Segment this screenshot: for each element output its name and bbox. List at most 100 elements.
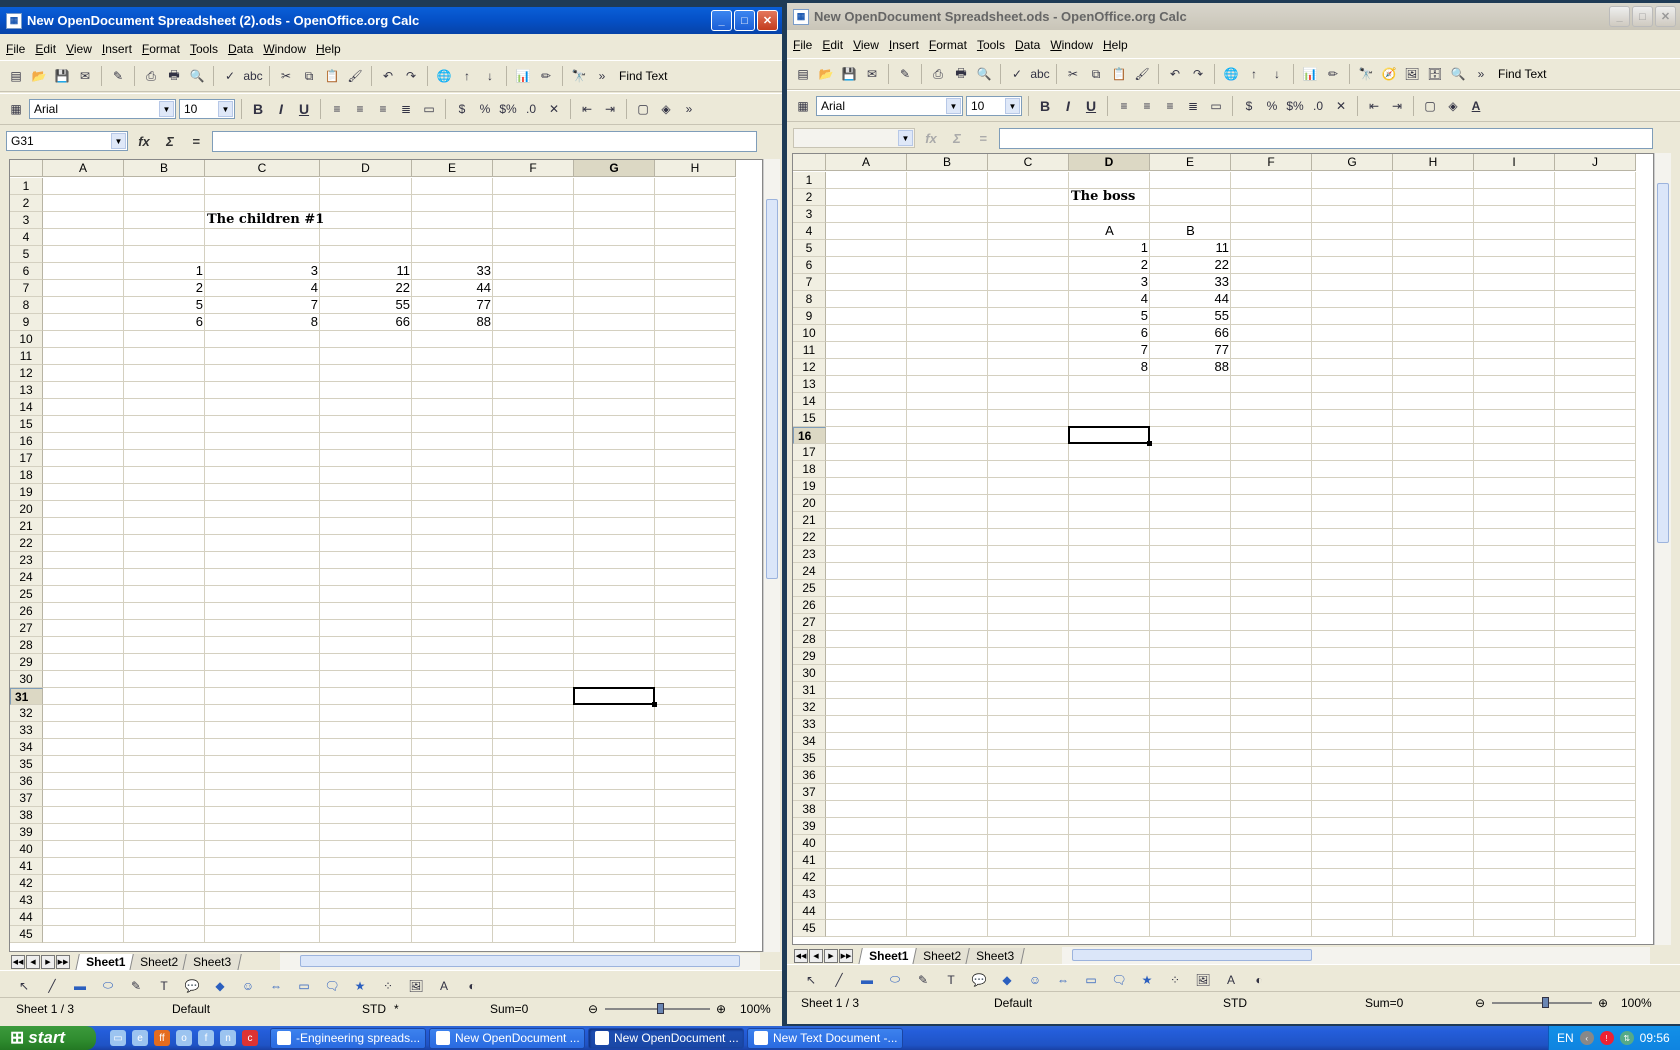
stars-icon[interactable]: ★ — [350, 976, 370, 996]
taskbar-item[interactable]: New Text Document -... — [747, 1027, 903, 1049]
row-header[interactable]: 8 — [793, 291, 826, 308]
chrome-icon[interactable]: c — [242, 1030, 258, 1046]
format-paintbrush-icon[interactable]: 🖌 — [345, 66, 365, 86]
minimize-button[interactable]: _ — [1609, 6, 1630, 27]
line-icon[interactable]: ╱ — [42, 976, 62, 996]
sheet-tab[interactable]: Sheet1 — [858, 947, 920, 965]
notepad-icon[interactable]: n — [220, 1030, 236, 1046]
copy-icon[interactable]: ⧉ — [299, 66, 319, 86]
column-header[interactable]: E — [1150, 154, 1231, 171]
prev-sheet-icon[interactable]: ◀ — [809, 949, 823, 963]
scroll-thumb[interactable] — [300, 955, 740, 967]
sheet-tab[interactable]: Sheet3 — [182, 953, 243, 971]
freeform-icon[interactable]: ✎ — [913, 970, 933, 990]
align-left-icon[interactable]: ≡ — [327, 99, 347, 119]
borders-icon[interactable]: ▢ — [633, 99, 653, 119]
underline-icon[interactable]: U — [1081, 96, 1101, 116]
save-icon[interactable]: 💾 — [839, 64, 859, 84]
function-icon[interactable]: = — [186, 134, 206, 149]
row-header[interactable]: 42 — [793, 869, 826, 886]
row-header[interactable]: 13 — [793, 376, 826, 393]
paste-icon[interactable]: 📋 — [1109, 64, 1129, 84]
column-header[interactable]: A — [43, 160, 124, 177]
points-icon[interactable]: ⁘ — [1165, 970, 1185, 990]
zoom-out-icon[interactable]: ⊖ — [588, 1002, 598, 1016]
align-right-icon[interactable]: ≡ — [373, 99, 393, 119]
spellcheck-icon[interactable]: ✓ — [220, 66, 240, 86]
spellcheck-icon[interactable]: ✓ — [1007, 64, 1027, 84]
fontwork-icon[interactable]: A — [434, 976, 454, 996]
column-header[interactable]: J — [1555, 154, 1636, 171]
name-box[interactable]: ▼ — [793, 128, 915, 148]
row-header[interactable]: 6 — [793, 257, 826, 274]
cell-e6[interactable]: 33 — [412, 263, 493, 280]
select-arrow-icon[interactable]: ↖ — [14, 976, 34, 996]
toolbar-overflow-icon[interactable]: » — [592, 66, 612, 86]
redo-icon[interactable]: ↷ — [1188, 64, 1208, 84]
zoom-slider[interactable] — [605, 1003, 710, 1014]
save-icon[interactable]: 💾 — [52, 66, 72, 86]
cell-c6[interactable]: 3 — [205, 263, 320, 280]
row-header[interactable]: 13 — [10, 382, 43, 399]
cell-d6[interactable]: 11 — [320, 263, 412, 280]
sum-icon[interactable]: Σ — [947, 131, 967, 146]
row-header[interactable]: 4 — [10, 229, 43, 246]
ellipse-icon[interactable]: ⬭ — [885, 970, 905, 990]
column-header[interactable]: H — [1393, 154, 1474, 171]
cell-cursor[interactable] — [573, 687, 657, 707]
row-header[interactable]: 17 — [10, 450, 43, 467]
row-header[interactable]: 11 — [10, 348, 43, 365]
row-header[interactable]: 30 — [793, 665, 826, 682]
cell-c9[interactable]: 8 — [205, 314, 320, 331]
status-zoom[interactable]: 100% — [1621, 996, 1652, 1010]
row-header[interactable]: 26 — [10, 603, 43, 620]
maximize-button[interactable]: □ — [1632, 6, 1653, 27]
sheet-tab[interactable]: Sheet1 — [75, 953, 137, 971]
spreadsheet-grid[interactable]: A B C D E F G H I J 1 2 3 4 5 6 7 8 9 10 11 12 13 14 15 16 17 18 19 2… — [792, 153, 1654, 945]
cell-d11[interactable]: 7 — [1069, 342, 1150, 359]
show-desktop-icon[interactable]: ▭ — [110, 1030, 126, 1046]
font-size-select[interactable]: 10 ▼ — [179, 99, 235, 119]
row-header[interactable]: 29 — [793, 648, 826, 665]
cell-c8[interactable]: 7 — [205, 297, 320, 314]
text-icon[interactable]: T — [154, 976, 174, 996]
data-sources-icon[interactable]: 🗄 — [1425, 64, 1445, 84]
menu-view[interactable]: View — [66, 42, 92, 56]
scroll-thumb[interactable] — [1657, 183, 1669, 543]
clock[interactable]: 09:56 — [1640, 1031, 1670, 1045]
row-header[interactable]: 6 — [10, 263, 43, 280]
new-document-icon[interactable]: ▤ — [6, 66, 26, 86]
menu-tools[interactable]: Tools — [977, 38, 1005, 52]
cell-e10[interactable]: 66 — [1150, 325, 1231, 342]
symbol-shapes-icon[interactable]: ☺ — [238, 976, 258, 996]
bold-icon[interactable]: B — [248, 99, 268, 119]
column-header[interactable]: G — [574, 160, 655, 177]
chart-icon[interactable]: 📊 — [513, 66, 533, 86]
cell-d9[interactable]: 66 — [320, 314, 412, 331]
hyperlink-icon[interactable]: 🌐 — [1221, 64, 1241, 84]
zoom-in-icon[interactable]: ⊕ — [1598, 996, 1608, 1010]
row-header[interactable]: 29 — [10, 654, 43, 671]
zoom-slider[interactable] — [1492, 997, 1592, 1008]
page-preview-icon[interactable]: 🔍 — [974, 64, 994, 84]
row-header[interactable]: 24 — [793, 563, 826, 580]
row-header[interactable]: 33 — [793, 716, 826, 733]
row-header[interactable]: 10 — [10, 331, 43, 348]
taskbar-item[interactable]: New OpenDocument ... — [588, 1027, 744, 1049]
row-header[interactable]: 27 — [793, 614, 826, 631]
zoom-in-icon[interactable]: ⊕ — [716, 1002, 726, 1016]
row-header[interactable]: 1 — [10, 178, 43, 195]
toolbar-overflow-icon[interactable]: » — [679, 99, 699, 119]
percent-icon[interactable]: % — [1262, 96, 1282, 116]
input-line[interactable] — [212, 130, 757, 152]
export-pdf-icon[interactable]: ⎙ — [928, 64, 948, 84]
row-header[interactable]: 31 — [10, 688, 43, 705]
close-button[interactable]: ✕ — [1655, 6, 1676, 27]
row-header[interactable]: 25 — [10, 586, 43, 603]
row-header[interactable]: 31 — [793, 682, 826, 699]
italic-icon[interactable]: I — [1058, 96, 1078, 116]
cell-cursor[interactable] — [1068, 426, 1152, 446]
email-icon[interactable]: ✉ — [862, 64, 882, 84]
cell-b7[interactable]: 2 — [124, 280, 205, 297]
background-color-icon[interactable]: ◈ — [1443, 96, 1463, 116]
